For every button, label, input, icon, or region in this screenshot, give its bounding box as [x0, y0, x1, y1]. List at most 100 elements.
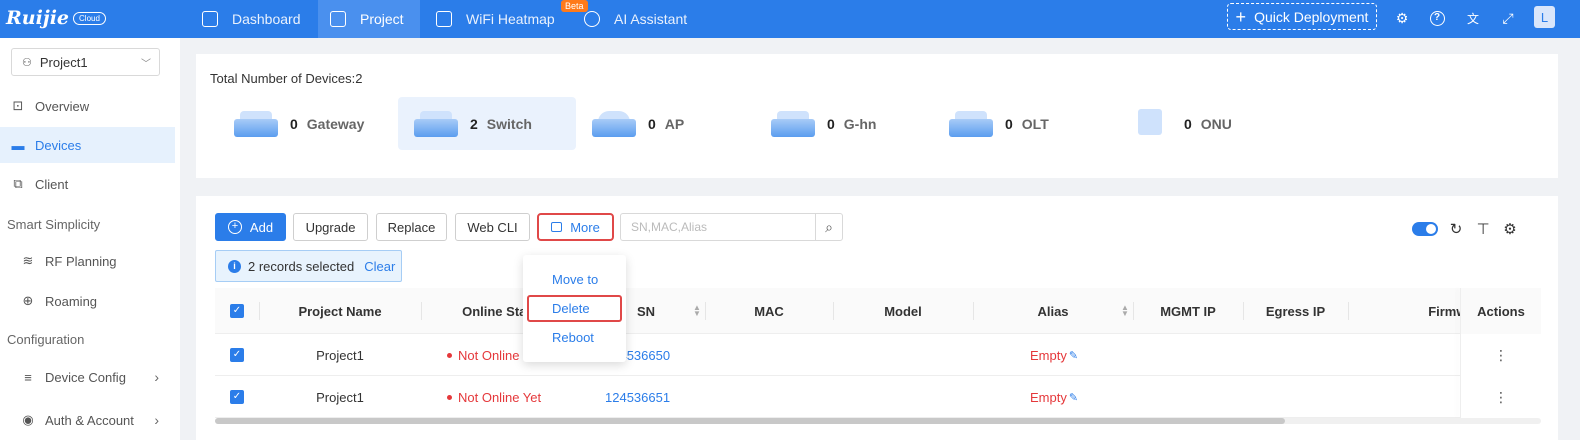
device-label: Switch	[486, 115, 532, 132]
device-count: 0	[1005, 115, 1013, 132]
select-all-checkbox[interactable]: ✓	[230, 304, 244, 318]
device-tile-switch[interactable]: 2 Switch	[398, 97, 576, 150]
wifi-icon: ≋	[22, 253, 34, 268]
clear-selection-link[interactable]: Clear	[364, 259, 395, 274]
actions-column-divider	[1460, 288, 1461, 418]
tab-ai-assistant[interactable]: AI Assistant	[584, 0, 704, 38]
sidebar-item-rf-planning[interactable]: ≋ RF Planning	[0, 243, 175, 279]
device-label: ONU	[1200, 115, 1232, 132]
device-config-icon: ≡	[24, 369, 32, 385]
selection-banner: i 2 records selected Clear	[215, 250, 402, 282]
menu-item-delete[interactable]: Delete	[527, 295, 622, 322]
fullscreen-icon[interactable]: ⤢	[1499, 9, 1517, 27]
menu-item-move-to[interactable]: Move to	[527, 266, 622, 293]
device-summary-card: Total Number of Devices:2 0 Gateway 2 Sw…	[196, 54, 1558, 178]
horizontal-scrollbar[interactable]	[215, 418, 1285, 424]
cell-project-name: Project1	[316, 347, 364, 363]
help-icon[interactable]: ?	[1428, 9, 1446, 27]
col-mac[interactable]: MAC	[705, 288, 833, 334]
sort-icon[interactable]: ▲ ▼	[693, 304, 701, 318]
device-count: 0	[290, 115, 298, 132]
sidebar-item-devices[interactable]: ▬ Devices	[0, 127, 175, 163]
top-navigation-bar: Ruijie Cloud Dashboard Project WiFi Heatm…	[0, 0, 1580, 38]
table-header: ✓ Project Name Online Status SN ▲ ▼ MAC M…	[215, 288, 1541, 334]
column-settings-gear-icon[interactable]: ⚙	[1501, 220, 1519, 238]
search-input[interactable]: SN,MAC,Alias	[620, 213, 816, 241]
cell-alias[interactable]: Empty ✎	[1030, 376, 1078, 418]
cell-alias[interactable]: Empty ✎	[1030, 334, 1078, 376]
sidebar-item-overview[interactable]: ⊡ Overview	[0, 88, 175, 124]
edit-pencil-icon[interactable]: ✎	[1069, 391, 1078, 404]
tab-dashboard[interactable]: Dashboard	[190, 0, 318, 38]
grid-icon	[584, 11, 600, 27]
row-actions-menu-icon[interactable]: ⋮	[1461, 376, 1541, 418]
plus-circle-icon: +	[227, 220, 242, 234]
alias-text: Empty	[1030, 389, 1067, 405]
tab-project[interactable]: Project	[318, 0, 420, 38]
col-model[interactable]: Model	[833, 288, 973, 334]
device-tile-onu[interactable]: 0 ONU	[1112, 97, 1290, 150]
device-label: AP	[664, 115, 685, 132]
language-icon[interactable]: 文	[1464, 9, 1482, 27]
auto-refresh-toggle[interactable]	[1412, 222, 1438, 236]
cube-icon	[330, 11, 346, 27]
heatmap-icon	[436, 11, 452, 27]
group-configuration: Configuration	[7, 332, 85, 347]
table-row[interactable]: ✓ Project1 Not Online Yet 124536650 Empt…	[215, 334, 1541, 376]
menu-item-reboot[interactable]: Reboot	[527, 324, 622, 351]
quick-deployment-label: Quick Deployment	[1254, 8, 1369, 25]
refresh-icon[interactable]: ↻	[1447, 220, 1465, 238]
web-cli-button[interactable]: Web CLI	[455, 213, 530, 241]
table-row[interactable]: ✓ Project1 Not Online Yet 124536651 Empt…	[215, 376, 1541, 418]
tab-ai-assistant-label: AI Assistant	[614, 11, 688, 27]
info-icon: i	[228, 259, 241, 273]
selection-count-text: 2 records selected	[248, 258, 355, 274]
more-dropdown-menu: Move to Delete Reboot	[523, 255, 626, 362]
device-count: 0	[1184, 115, 1192, 132]
device-tile-olt[interactable]: 0 OLT	[933, 97, 1111, 150]
gateway-icon	[232, 109, 278, 139]
device-tile-gateway[interactable]: 0 Gateway	[218, 97, 396, 150]
avatar[interactable]: L	[1534, 6, 1555, 28]
col-project-name[interactable]: Project Name	[259, 288, 421, 334]
row-checkbox[interactable]: ✓	[230, 390, 244, 404]
row-checkbox[interactable]: ✓	[230, 348, 244, 362]
settings-gear-icon[interactable]: ⚙	[1393, 9, 1411, 27]
col-egress-ip[interactable]: Egress IP	[1243, 288, 1348, 334]
home-icon	[202, 11, 218, 27]
export-icon[interactable]: ⊤	[1474, 220, 1492, 238]
sidebar-item-roaming[interactable]: ⊕ Roaming	[0, 283, 175, 319]
device-tile-ap[interactable]: 0 AP	[576, 97, 754, 150]
row-actions-menu-icon[interactable]: ⋮	[1461, 334, 1541, 376]
more-button[interactable]: More	[537, 213, 614, 241]
replace-button[interactable]: Replace	[376, 213, 447, 241]
device-label: OLT	[1021, 115, 1049, 132]
search-icon[interactable]: ⌕	[815, 213, 843, 241]
project-selector[interactable]: ⚇ Project1 ﹀	[11, 48, 160, 76]
client-icon: ⧉	[13, 176, 23, 191]
sort-icon[interactable]: ▲ ▼	[1121, 304, 1129, 318]
sidebar-item-auth-account[interactable]: ◉ Auth & Account ›	[0, 402, 175, 438]
device-label: G-hn	[843, 115, 877, 132]
quick-deployment-button[interactable]: + Quick Deployment	[1227, 3, 1377, 30]
add-button[interactable]: + Add	[215, 213, 286, 241]
sidebar-item-device-config[interactable]: ≡ Device Config ›	[0, 359, 175, 395]
ruijie-logo[interactable]: Ruijie Cloud	[6, 4, 106, 32]
devices-icon: ▬	[11, 137, 25, 153]
tab-wifi-heatmap[interactable]: WiFi Heatmap	[420, 0, 580, 38]
device-count: 2	[470, 115, 478, 132]
sidebar-item-client[interactable]: ⧉ Client	[0, 166, 175, 202]
cloud-badge: Cloud	[73, 11, 106, 25]
edit-pencil-icon[interactable]: ✎	[1069, 349, 1078, 362]
access-point-icon	[590, 109, 636, 139]
col-mgmt-ip[interactable]: MGMT IP	[1133, 288, 1243, 334]
olt-icon	[947, 109, 993, 139]
chevron-right-icon: ›	[154, 369, 159, 385]
device-tile-ghn[interactable]: 0 G-hn	[755, 97, 933, 150]
tab-project-label: Project	[360, 11, 404, 27]
col-alias[interactable]: Alias	[973, 288, 1133, 334]
alias-text: Empty	[1030, 347, 1067, 363]
upgrade-button[interactable]: Upgrade	[293, 213, 368, 241]
more-button-label: More	[570, 219, 600, 235]
cell-sn-link[interactable]: 124536651	[605, 376, 670, 418]
